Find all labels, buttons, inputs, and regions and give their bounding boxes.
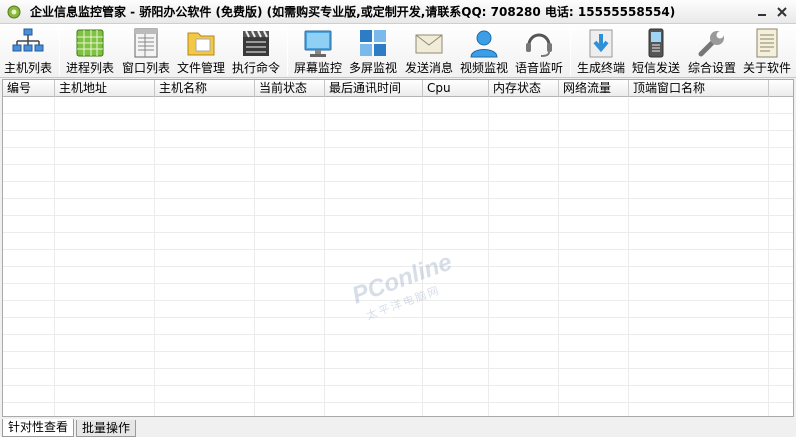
phone-icon xyxy=(639,26,673,60)
general-settings-label: 综合设置 xyxy=(687,61,736,75)
column-divider xyxy=(768,97,769,416)
multi-screen-icon xyxy=(356,26,390,60)
window-list-label: 窗口列表 xyxy=(121,61,170,75)
general-settings-button[interactable]: 综合设置 xyxy=(686,26,738,78)
toolbar-separator xyxy=(287,28,288,76)
user-camera-icon xyxy=(467,26,501,60)
column-header-id[interactable]: 编号 xyxy=(3,80,55,97)
monitor-icon xyxy=(301,26,335,60)
file-manager-label: 文件管理 xyxy=(176,61,225,75)
voice-listen-label: 语音监听 xyxy=(514,61,563,75)
wrench-icon xyxy=(695,26,729,60)
table-header: 编号 主机地址 主机名称 当前状态 最后通讯时间 Cpu 内存状态 网络流量 顶… xyxy=(3,80,793,97)
video-monitor-label: 视频监视 xyxy=(459,61,508,75)
app-gear-icon[interactable] xyxy=(6,4,22,20)
close-button[interactable] xyxy=(772,2,792,22)
column-header-last-contact[interactable]: 最后通讯时间 xyxy=(325,80,423,97)
host-list-icon xyxy=(11,26,45,60)
column-divider xyxy=(558,97,559,416)
column-header-cpu[interactable]: Cpu xyxy=(423,80,489,97)
minimize-button[interactable] xyxy=(752,2,772,22)
document-icon xyxy=(750,26,784,60)
column-header-memory[interactable]: 内存状态 xyxy=(489,80,559,97)
host-list-button[interactable]: 主机列表 xyxy=(2,26,54,78)
multi-screen-label: 多屏监视 xyxy=(348,61,397,75)
tab-batch-operation[interactable]: 批量操作 xyxy=(76,420,137,437)
column-divider xyxy=(628,97,629,416)
command-icon xyxy=(239,26,273,60)
host-table[interactable]: 编号 主机地址 主机名称 当前状态 最后通讯时间 Cpu 内存状态 网络流量 顶… xyxy=(2,79,794,417)
process-list-button[interactable]: 进程列表 xyxy=(64,26,116,78)
file-manager-button[interactable]: 文件管理 xyxy=(175,26,227,78)
window-title: 企业信息监控管家 - 骄阳办公软件 (免费版) (如需购买专业版,或定制开发,请… xyxy=(30,5,676,19)
sms-send-label: 短信发送 xyxy=(631,61,680,75)
screen-monitor-label: 屏幕监控 xyxy=(293,61,342,75)
column-header-network[interactable]: 网络流量 xyxy=(559,80,629,97)
download-icon xyxy=(584,26,618,60)
send-message-label: 发送消息 xyxy=(404,61,453,75)
voice-listen-button[interactable]: 语音监听 xyxy=(513,26,565,78)
column-divider xyxy=(422,97,423,416)
column-divider xyxy=(54,97,55,416)
watermark-subtitle: 太平洋电脑网 xyxy=(364,283,443,323)
process-list-label: 进程列表 xyxy=(65,61,114,75)
multi-screen-button[interactable]: 多屏监视 xyxy=(347,26,399,78)
process-list-icon xyxy=(73,26,107,60)
column-header-host-address[interactable]: 主机地址 xyxy=(55,80,155,97)
column-header-status[interactable]: 当前状态 xyxy=(255,80,325,97)
toolbar-separator xyxy=(570,28,571,76)
execute-command-button[interactable]: 执行命令 xyxy=(230,26,282,78)
video-monitor-button[interactable]: 视频监视 xyxy=(458,26,510,78)
column-header-host-name[interactable]: 主机名称 xyxy=(155,80,255,97)
column-header-top-window[interactable]: 顶端窗口名称 xyxy=(629,80,769,97)
screen-monitor-button[interactable]: 屏幕监控 xyxy=(292,26,344,78)
about-label: 关于软件 xyxy=(742,61,791,75)
window-list-icon xyxy=(129,26,163,60)
envelope-icon xyxy=(412,26,446,60)
generate-client-button[interactable]: 生成终端 xyxy=(575,26,627,78)
column-divider xyxy=(154,97,155,416)
bottom-tab-bar: 针对性查看 批量操作 xyxy=(0,418,796,437)
toolbar-separator xyxy=(59,28,60,76)
about-button[interactable]: 关于软件 xyxy=(740,26,794,78)
headset-icon xyxy=(522,26,556,60)
watermark-logo: PConline xyxy=(348,248,456,310)
send-message-button[interactable]: 发送消息 xyxy=(403,26,455,78)
toolbar: 主机列表 进程列表 窗口列表 文件管理 执行命令 屏幕监控 多屏监视 发送消息 … xyxy=(0,24,796,78)
column-divider xyxy=(488,97,489,416)
title-bar: 企业信息监控管家 - 骄阳办公软件 (免费版) (如需购买专业版,或定制开发,请… xyxy=(0,0,796,24)
watermark: PConline 太平洋电脑网 xyxy=(349,249,462,326)
execute-command-label: 执行命令 xyxy=(231,61,280,75)
host-list-label: 主机列表 xyxy=(3,61,52,75)
column-divider xyxy=(324,97,325,416)
generate-client-label: 生成终端 xyxy=(576,61,625,75)
folder-icon xyxy=(184,26,218,60)
window-list-button[interactable]: 窗口列表 xyxy=(120,26,172,78)
sms-send-button[interactable]: 短信发送 xyxy=(630,26,682,78)
tab-targeted-view[interactable]: 针对性查看 xyxy=(2,419,75,437)
column-divider xyxy=(254,97,255,416)
